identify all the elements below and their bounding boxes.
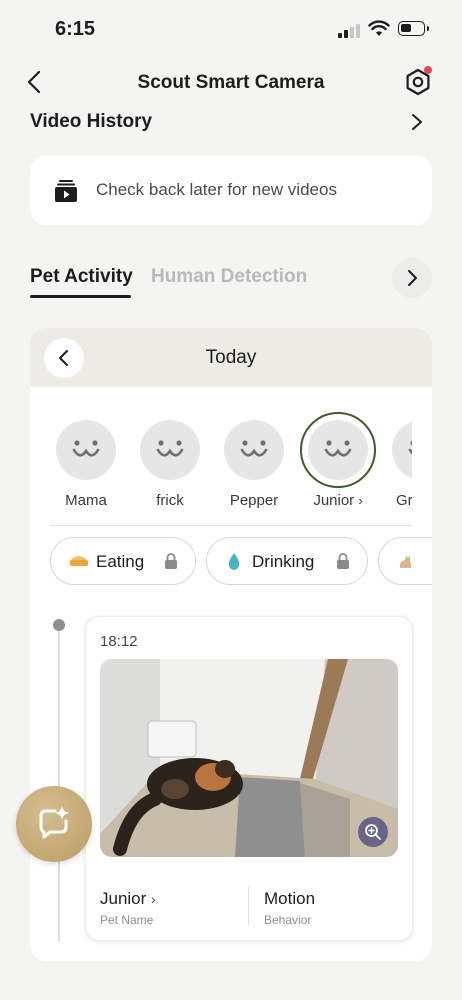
filter-label: Eating: [96, 552, 145, 571]
water-drop-icon: [228, 553, 240, 570]
page-title: Scout Smart Camera: [137, 72, 325, 93]
filter-chip-eating[interactable]: Eating: [50, 537, 196, 585]
cellular-signal-icon: [338, 22, 362, 38]
chevron-right-icon[interactable]: [408, 112, 426, 132]
pet-face-icon: [392, 420, 412, 480]
filter-chip-drinking[interactable]: Drinking: [206, 537, 368, 585]
pet-activity-card: Today Mama frick Pepper Junior › Gr Eati…: [30, 328, 432, 961]
zoom-in-icon: [365, 824, 381, 840]
zoom-button[interactable]: [358, 817, 388, 847]
pet-avatar-junior[interactable]: Junior ›: [300, 412, 376, 509]
pet-avatar-pepper[interactable]: Pepper: [224, 420, 284, 509]
tabs-next-button[interactable]: [392, 258, 432, 298]
divider: [50, 525, 412, 526]
lock-icon: [165, 553, 177, 569]
video-history-card: Check back later for new videos: [30, 155, 432, 225]
divider: [248, 887, 249, 925]
cat-icon: [399, 555, 412, 568]
behavior-label: Behavior: [264, 913, 312, 927]
date-label: Today: [205, 347, 257, 368]
pet-face-icon: [140, 420, 200, 480]
pet-avatar-partial[interactable]: Gr: [392, 420, 412, 509]
video-library-icon: [55, 180, 77, 202]
pet-name-text: Junior: [313, 492, 355, 509]
activity-event-card[interactable]: 18:12 Junior › Pet Name Motion Behavior: [85, 616, 413, 941]
status-time: 6:15: [55, 18, 96, 40]
pet-face-icon: [56, 420, 116, 480]
empty-videos-message: Check back later for new videos: [96, 180, 337, 199]
pet-avatar-frick[interactable]: frick: [140, 420, 200, 509]
chevron-right-icon: ›: [358, 493, 363, 508]
chat-sparkle-icon: [39, 806, 69, 839]
event-snapshot[interactable]: [100, 659, 398, 857]
pet-scroll-clip: Gr: [392, 408, 412, 528]
tab-human-detection[interactable]: Human Detection: [151, 266, 307, 288]
event-pet-name[interactable]: Junior ›: [100, 889, 156, 909]
bowl-icon: [70, 556, 88, 566]
pet-face-icon: [224, 420, 284, 480]
pet-name: Gr: [396, 492, 412, 509]
event-behavior: Motion: [264, 889, 316, 908]
active-tab-underline: [30, 295, 131, 298]
pet-name-label: Pet Name: [100, 913, 154, 927]
ai-assistant-button[interactable]: [16, 786, 92, 862]
lock-icon: [337, 553, 349, 569]
pet-name-text: Junior: [100, 889, 147, 908]
cat-snapshot-image: [100, 659, 398, 857]
chevron-right-icon: ›: [151, 891, 156, 907]
pet-name: Junior ›: [288, 492, 388, 509]
pet-avatar-mama[interactable]: Mama: [56, 420, 116, 509]
timeline-dot: [53, 619, 65, 631]
tab-pet-activity[interactable]: Pet Activity: [30, 266, 133, 288]
chevron-right-icon: [408, 270, 417, 286]
pet-face-icon: [308, 420, 368, 480]
notification-badge: [424, 66, 432, 74]
video-history-title: Video History: [30, 111, 153, 132]
filter-label: Drinking: [252, 552, 315, 571]
event-time: 18:12: [100, 633, 138, 650]
wifi-icon: [368, 20, 390, 36]
battery-icon: [398, 21, 429, 36]
filter-chip-more[interactable]: [378, 537, 432, 585]
date-header: Today: [30, 328, 432, 387]
